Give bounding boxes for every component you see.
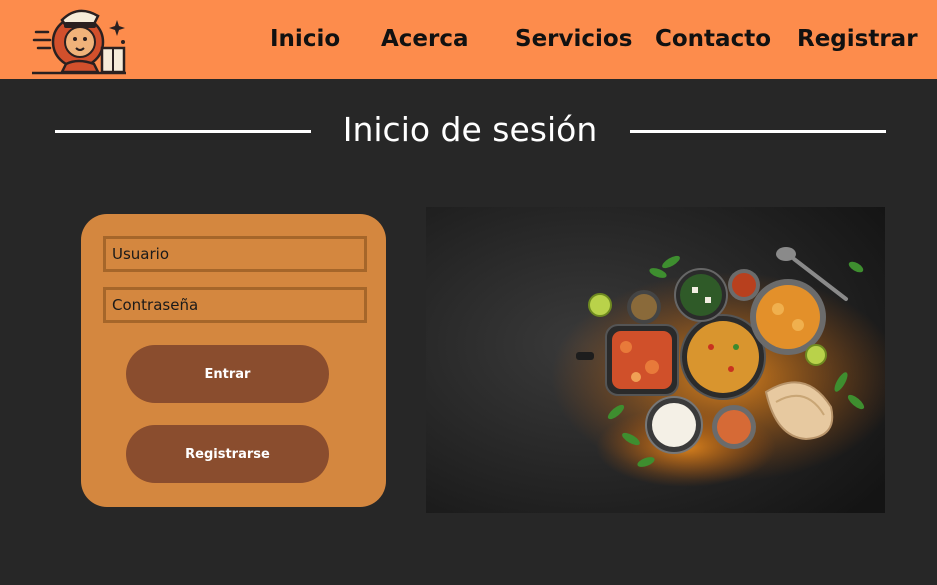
submit-button[interactable]: Entrar — [126, 345, 329, 403]
food-spread-image — [426, 207, 885, 513]
navbar: Inicio Acerca Servicios Contacto Registr… — [0, 0, 937, 79]
food-photo-illustration — [426, 207, 885, 513]
nav-link-acerca[interactable]: Acerca — [381, 26, 469, 52]
nav-link-registrar[interactable]: Registrar — [797, 26, 918, 52]
username-input[interactable] — [103, 236, 367, 272]
nav-link-contacto[interactable]: Contacto — [655, 26, 771, 52]
nav-link-inicio[interactable]: Inicio — [270, 26, 340, 52]
page-title: Inicio de sesión — [342, 110, 598, 149]
nav-link-servicios[interactable]: Servicios — [515, 26, 632, 52]
login-form: Entrar Registrarse — [81, 214, 386, 507]
lion-delivery-logo-icon[interactable] — [28, 2, 128, 76]
password-input[interactable] — [103, 287, 367, 323]
heading-divider-right — [630, 130, 886, 133]
heading-divider-left — [55, 130, 311, 133]
register-button[interactable]: Registrarse — [126, 425, 329, 483]
page-heading: Inicio de sesión — [0, 108, 937, 156]
